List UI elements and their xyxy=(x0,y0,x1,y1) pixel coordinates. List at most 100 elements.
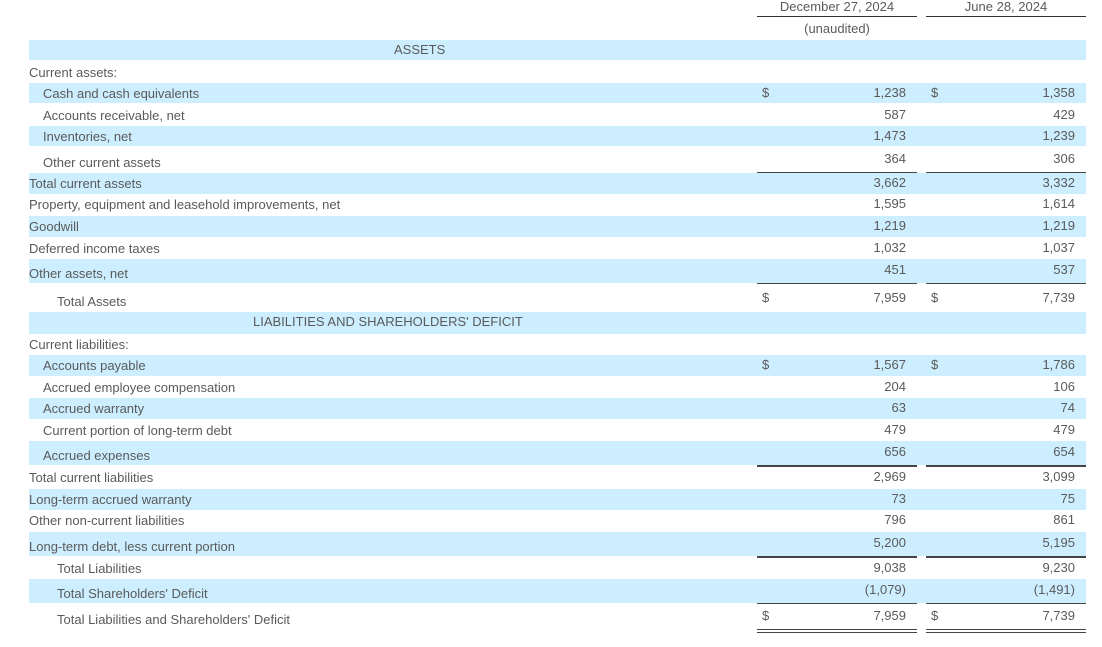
section-header-row: LIABILITIES AND SHAREHOLDERS' DEFICIT xyxy=(29,312,1086,334)
currency-symbol: $ xyxy=(931,85,939,100)
table-row: Accounts receivable, net 587 429 xyxy=(29,105,1086,125)
currency-symbol: $ xyxy=(762,85,770,100)
value-dec-2024: 3,662 xyxy=(873,175,906,190)
value-dec-2024: 796 xyxy=(884,512,906,527)
total-rule xyxy=(757,603,917,604)
table-row: Goodwill 1,219 1,219 xyxy=(29,216,1086,237)
value-dec-2024: (1,079) xyxy=(864,582,906,597)
value-jun-2024: 3,332 xyxy=(1042,175,1075,190)
value-dec-2024: 1,219 xyxy=(873,218,906,233)
value-jun-2024: 1,786 xyxy=(1042,357,1075,372)
table-row: Current portion of long-term debt 479 479 xyxy=(29,420,1086,440)
row-label: Other assets, net xyxy=(29,266,128,281)
row-label: Total current liabilities xyxy=(29,470,154,485)
value-jun-2024: 1,358 xyxy=(1042,85,1075,100)
row-label: Accounts receivable, net xyxy=(43,108,185,123)
double-underline xyxy=(926,629,1086,633)
table-row: Total Liabilities 9,038 9,230 xyxy=(29,558,1086,579)
value-dec-2024: 63 xyxy=(891,400,906,415)
row-label: Goodwill xyxy=(29,219,79,234)
table-row: Accrued employee compensation 204 106 xyxy=(29,377,1086,397)
total-rule xyxy=(926,603,1086,604)
row-label: Total Liabilities and Shareholders' Defi… xyxy=(57,612,290,627)
currency-symbol: $ xyxy=(762,290,770,305)
row-label: Current portion of long-term debt xyxy=(43,423,232,438)
row-label: Long-term accrued warranty xyxy=(29,492,192,507)
row-label: Long-term debt, less current portion xyxy=(29,539,235,554)
row-label: Total current assets xyxy=(29,176,142,191)
value-jun-2024: (1,491) xyxy=(1033,582,1075,597)
value-jun-2024: 3,099 xyxy=(1042,469,1075,484)
section-title: LIABILITIES AND SHAREHOLDERS' DEFICIT xyxy=(253,314,523,329)
value-jun-2024: 537 xyxy=(1053,262,1075,277)
table-row: Total current assets 3,662 3,332 xyxy=(29,173,1086,194)
section-title: ASSETS xyxy=(394,42,446,57)
subtotal-rule xyxy=(757,466,917,467)
value-jun-2024: 1,239 xyxy=(1042,128,1075,143)
table-row: Total current liabilities 2,969 3,099 xyxy=(29,467,1086,488)
row-label: Total Liabilities xyxy=(57,561,142,576)
value-jun-2024: 861 xyxy=(1053,512,1075,527)
table-row: Total Assets $ $7,959 7,739 xyxy=(29,286,1086,312)
table-row: Current liabilities: xyxy=(29,334,1086,354)
table-row: Other non-current liabilities 796 861 xyxy=(29,510,1086,531)
row-label: Total Shareholders' Deficit xyxy=(57,586,208,601)
column-header-unaudited: (unaudited) xyxy=(804,21,870,36)
row-label: Property, equipment and leasehold improv… xyxy=(29,197,341,212)
table-row: Cash and cash equivalents $ $1,238 1,358 xyxy=(29,83,1086,103)
row-label: Current liabilities: xyxy=(29,337,129,352)
row-label: Inventories, net xyxy=(43,129,132,144)
value-dec-2024: 479 xyxy=(884,422,906,437)
row-label: Current assets: xyxy=(29,65,118,80)
table-row: Property, equipment and leasehold improv… xyxy=(29,194,1086,215)
value-jun-2024: 429 xyxy=(1053,107,1075,122)
value-dec-2024: 1,595 xyxy=(873,196,906,211)
table-row: Accounts payable $ $1,567 1,786 xyxy=(29,355,1086,376)
table-row: Accrued warranty 63 74 xyxy=(29,398,1086,419)
value-jun-2024: 7,739 xyxy=(1042,608,1075,623)
column-header-jun-2024: June 28, 2024 xyxy=(964,0,1048,14)
column-header-dec-2024: December 27, 2024 xyxy=(779,0,895,14)
value-dec-2024: 1,473 xyxy=(873,128,906,143)
table-row: Inventories, net 1,473 1,239 xyxy=(29,126,1086,146)
double-underline xyxy=(757,629,917,633)
value-jun-2024: 1,219 xyxy=(1042,218,1075,233)
row-label: Accounts payable xyxy=(43,358,146,373)
value-jun-2024: 7,739 xyxy=(1042,290,1075,305)
value-dec-2024: 1,238 xyxy=(873,85,906,100)
header-rule-col2 xyxy=(926,16,1086,17)
row-label: Accrued expenses xyxy=(43,448,150,463)
row-label: Cash and cash equivalents xyxy=(43,86,200,101)
subtotal-rule xyxy=(926,466,1086,467)
value-jun-2024: 1,037 xyxy=(1042,240,1075,255)
row-label: Other non-current liabilities xyxy=(29,513,185,528)
table-row: Other current assets 364 306 xyxy=(29,148,1086,172)
table-row: Accrued expenses 656 654 xyxy=(29,441,1086,465)
value-jun-2024: 479 xyxy=(1053,422,1075,437)
table-row: Total Liabilities and Shareholders' Defi… xyxy=(29,605,1086,629)
total-rule xyxy=(757,283,917,284)
value-dec-2024: 364 xyxy=(884,151,906,166)
subtotal-rule xyxy=(757,172,917,173)
table-row: Long-term debt, less current portion 5,20… xyxy=(29,532,1086,556)
subtotal-rule xyxy=(926,172,1086,173)
value-jun-2024: 74 xyxy=(1060,400,1075,415)
table-row: Long-term accrued warranty 73 75 xyxy=(29,489,1086,510)
value-dec-2024: 451 xyxy=(884,262,906,277)
value-dec-2024: 2,969 xyxy=(873,469,906,484)
value-dec-2024: 5,200 xyxy=(873,535,906,550)
header-rule-col1 xyxy=(757,16,917,17)
value-dec-2024: 7,959 xyxy=(873,608,906,623)
value-jun-2024: 75 xyxy=(1060,491,1075,506)
currency-symbol: $ xyxy=(931,357,939,372)
value-jun-2024: 5,195 xyxy=(1042,535,1075,550)
row-label: Deferred income taxes xyxy=(29,241,160,256)
value-jun-2024: 1,614 xyxy=(1042,196,1075,211)
table-row: Deferred income taxes 1,032 1,037 xyxy=(29,238,1086,259)
value-dec-2024: 9,038 xyxy=(873,560,906,575)
total-rule xyxy=(926,283,1086,284)
value-dec-2024: 204 xyxy=(884,379,906,394)
value-jun-2024: 306 xyxy=(1053,151,1075,166)
row-label: Total Assets xyxy=(57,294,127,309)
row-label: Accrued warranty xyxy=(43,401,145,416)
